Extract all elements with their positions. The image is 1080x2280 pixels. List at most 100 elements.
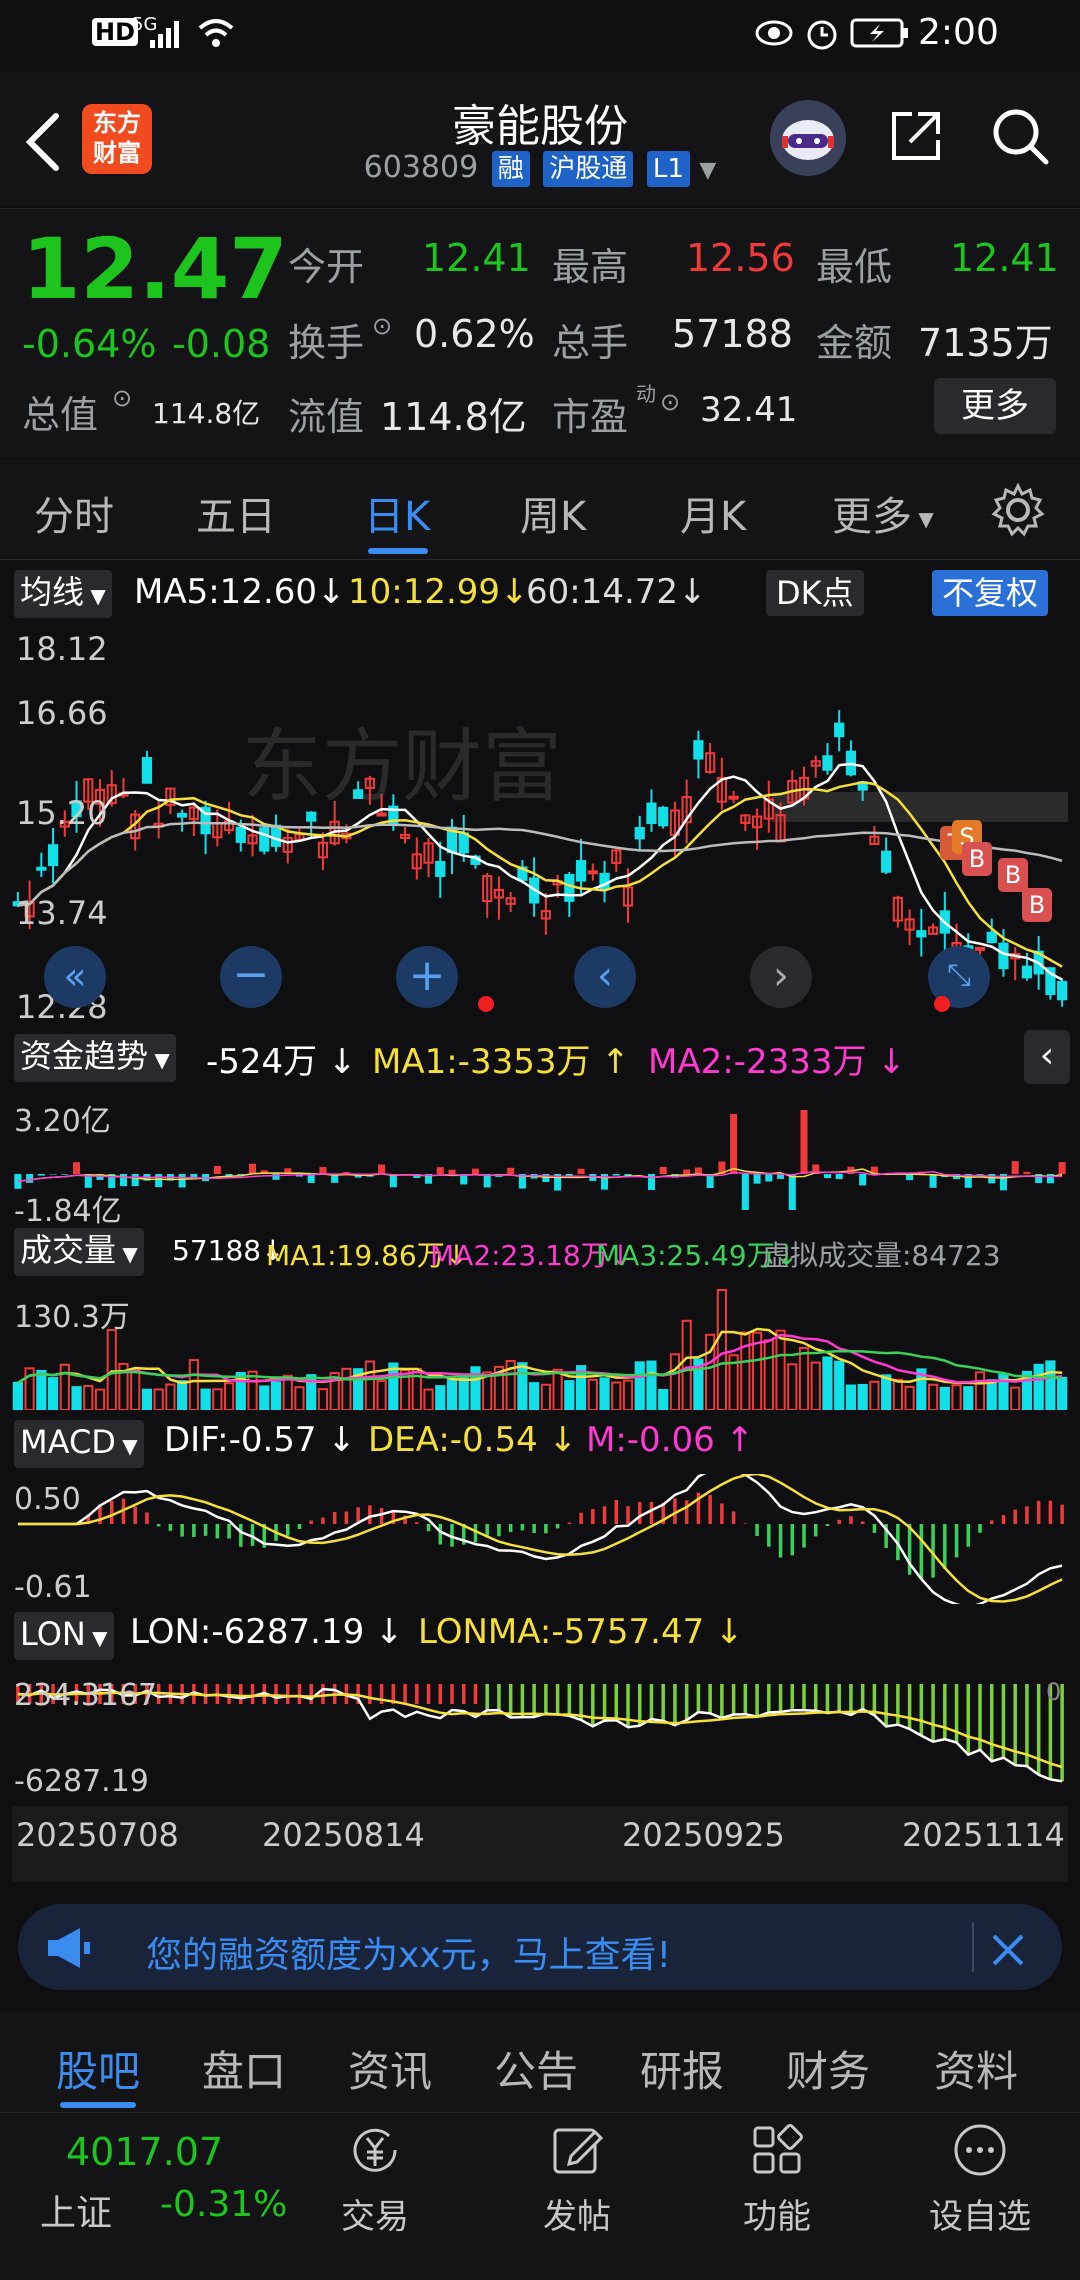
tab-five-day[interactable]: 五日 [196,484,276,542]
zoom-in-button[interactable]: + [396,946,458,1008]
tab-notice[interactable]: 公告 [494,2038,578,2099]
ma10-legend: 10:12.99↓ [348,572,529,612]
tab-timeshare[interactable]: 分时 [34,484,114,542]
lon-bar [790,1684,795,1711]
volume-chart[interactable] [12,1282,1068,1410]
tab-more[interactable]: 更多 ▼ [832,484,934,542]
banner-text[interactable]: 您的融资额度为xx元，马上查看! [146,1926,671,1978]
function-label: 功能 [743,2197,811,2237]
info-icon[interactable]: ⊙ [112,384,132,412]
macd-bar [1013,1509,1017,1524]
collapse-button[interactable]: ‹ [1024,1030,1070,1084]
tab-research[interactable]: 研报 [640,2038,724,2099]
candle-body [986,931,997,944]
ma-selector[interactable]: 均线 ▼ [14,570,112,618]
tab-daily-k[interactable]: 日K [364,484,430,542]
fund-value: -524万 ↓ [206,1042,357,1082]
index-value[interactable]: 4017.07 [66,2130,223,2174]
lon-bar [567,1684,572,1716]
volume-bar [177,1380,188,1410]
fund-bar [612,1174,620,1176]
lon-chart[interactable] [12,1666,1068,1806]
rewind-button[interactable]: « [44,946,106,1008]
lon-bar [907,1684,912,1730]
lon-bar [989,1684,994,1762]
lon-bar [813,1684,818,1711]
gear-icon[interactable] [990,482,1046,538]
lon-bar [708,1684,712,1714]
fund-bar [694,1167,702,1174]
macd-bar [966,1524,971,1547]
prev-button[interactable]: ‹ [574,946,636,1008]
tab-weekly-k[interactable]: 周K [520,484,586,542]
signal-badge[interactable]: B [998,858,1028,892]
signal-badge[interactable]: B [962,842,992,876]
macd-bar [708,1495,712,1524]
pe-value: 32.41 [700,390,798,430]
macd-bar [168,1524,173,1531]
tab-guba[interactable]: 股吧 [56,2038,140,2099]
eye-icon [755,20,793,46]
more-button[interactable]: 更多 [934,378,1056,434]
index-pct[interactable]: -0.31% [160,2184,287,2225]
macd-selector[interactable]: MACD ▼ [14,1420,144,1468]
macd-bar [743,1523,748,1524]
lon-bar [555,1684,560,1715]
macd-bar [473,1524,478,1543]
robot-avatar-icon[interactable] [770,100,846,176]
lon-bar [285,1684,290,1704]
lon-selector[interactable]: LON ▼ [14,1612,114,1660]
fund-bar [507,1167,515,1174]
next-button[interactable]: › [750,946,812,1008]
fund-chart[interactable] [12,1090,1068,1218]
fund-selector-label: 资金趋势 [20,1037,149,1075]
index-name[interactable]: 上证 [40,2184,112,2236]
macd-chart[interactable] [12,1474,1068,1604]
tab-finance[interactable]: 财务 [786,2038,870,2099]
lon-bar [896,1684,900,1725]
macd-bar [755,1524,759,1537]
post-button[interactable]: 发帖 [522,2120,632,2238]
search-icon[interactable] [988,104,1052,168]
kline-chart[interactable]: 东方财富 [12,624,1068,1024]
alarm-icon [807,20,837,50]
macd-bar [637,1502,642,1524]
info-icon[interactable]: ⊙ [660,388,680,416]
function-button[interactable]: 功能 [722,2120,832,2238]
close-icon[interactable] [990,1932,1026,1968]
tab-pankou[interactable]: 盘口 [202,2038,286,2099]
volume-top-tick: 130.3万 [14,1300,130,1335]
macd-dea: DEA:-0.54 ↓ [368,1420,578,1460]
tab-monthly-k[interactable]: 月K [680,484,746,542]
macd-bar [497,1524,501,1537]
volume-selector[interactable]: 成交量 ▼ [14,1228,144,1276]
lon-zero-tick: 0 [1046,1678,1062,1706]
lon-bar [614,1684,619,1721]
macd-bar [544,1524,548,1534]
add-watchlist-button[interactable]: 设自选 [920,2120,1040,2238]
candle-body [36,866,47,871]
more-dots-icon [954,2124,1006,2176]
trade-button[interactable]: 交易 [320,2120,430,2238]
fund-selector[interactable]: 资金趋势 ▼ [14,1034,176,1082]
candle-body [658,806,669,827]
fund-bar [835,1174,843,1179]
signal-badge[interactable]: B [1022,888,1052,922]
fund-bar [49,1174,57,1175]
tab-profile[interactable]: 资料 [934,2038,1018,2099]
tab-news[interactable]: 资讯 [348,2038,432,2099]
volume-bar [669,1353,681,1410]
volume-bar [658,1388,669,1410]
volume-value: 57188 [672,312,793,356]
macd-bar [684,1500,689,1524]
macd-bar [426,1524,431,1532]
adjust-button[interactable]: 不复权 [932,570,1049,616]
lon-top-tick: 234.3167 [14,1678,158,1713]
dk-button[interactable]: DK点 [766,570,864,616]
volume-bar [106,1329,117,1410]
zoom-out-button[interactable]: − [220,946,282,1008]
share-icon[interactable] [886,106,946,166]
info-icon[interactable]: ⊙ [372,312,392,340]
macd-bar [285,1524,290,1536]
fund-top-tick: 3.20亿 [14,1104,111,1139]
